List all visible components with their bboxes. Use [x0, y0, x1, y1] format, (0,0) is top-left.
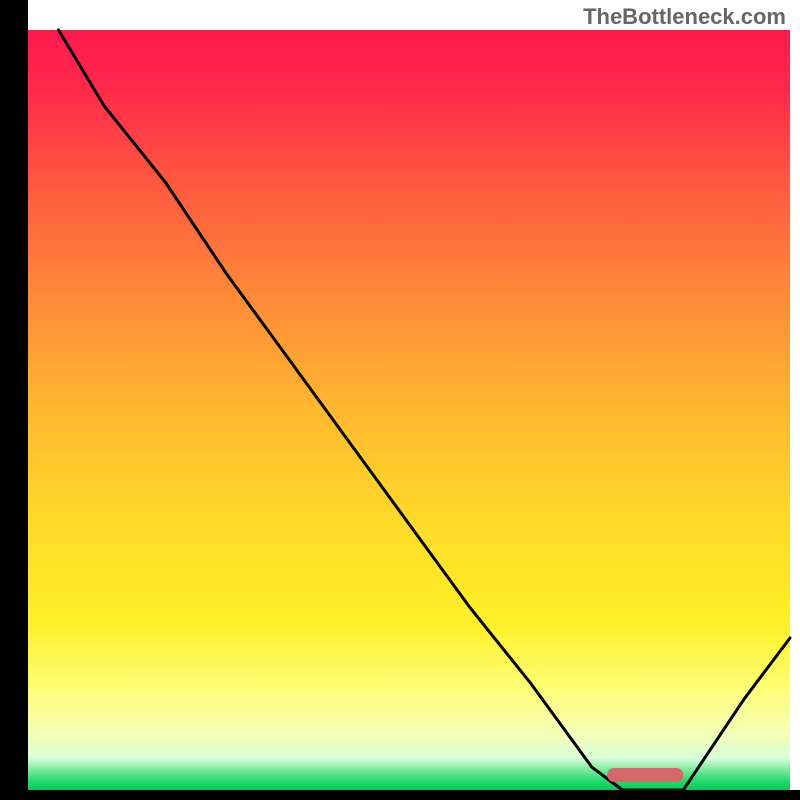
bottleneck-chart — [0, 0, 800, 800]
optimal-range-marker — [607, 768, 683, 782]
plot-background — [28, 30, 790, 790]
axis-bottom — [0, 790, 800, 800]
axis-left — [0, 0, 28, 800]
chart-container: TheBottleneck.com — [0, 0, 800, 800]
watermark-text: TheBottleneck.com — [583, 4, 786, 30]
